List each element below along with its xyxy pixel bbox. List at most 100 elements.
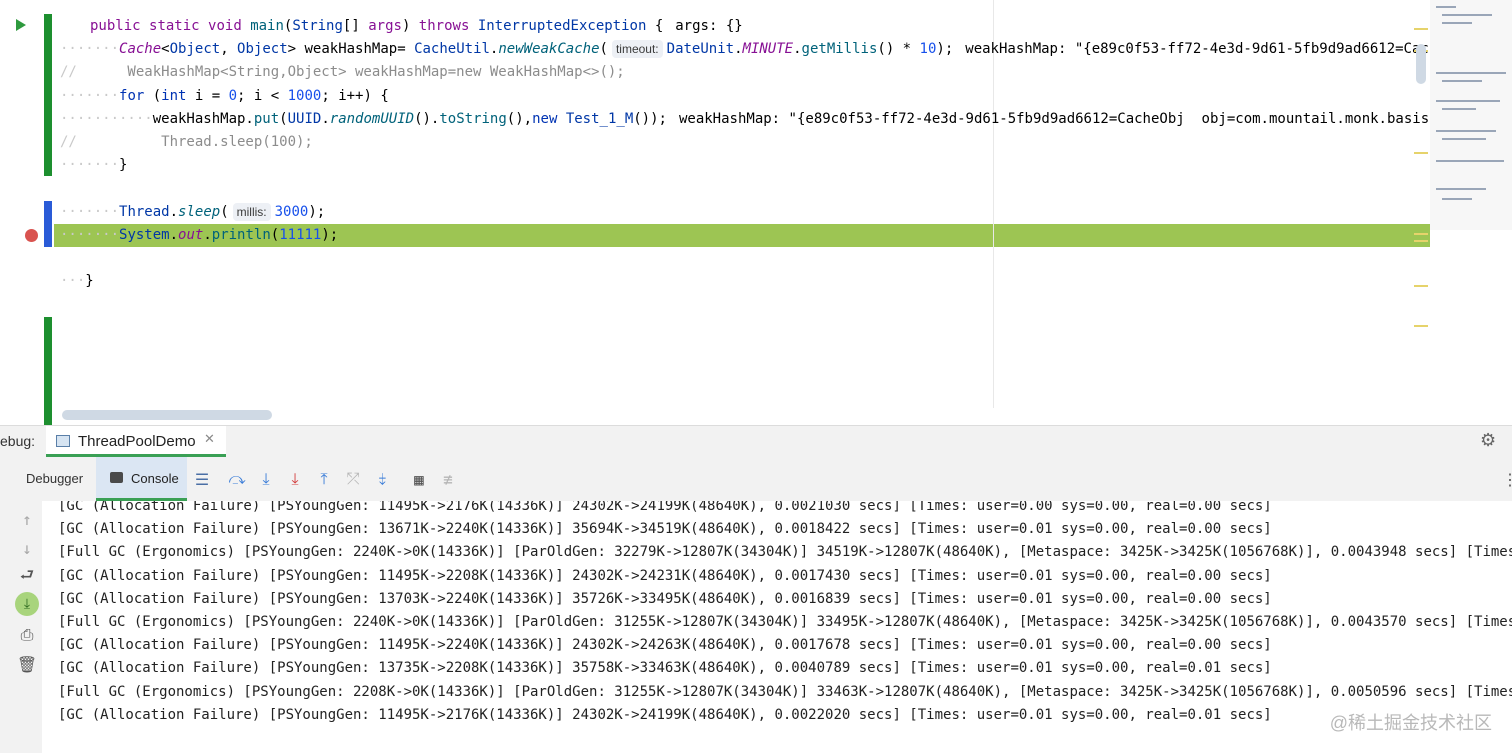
force-step-into-icon[interactable]: ⤓ (285, 469, 305, 489)
soft-wrap-icon[interactable]: ⮐ (17, 565, 37, 587)
breakpoint-icon[interactable] (25, 229, 38, 242)
code-token: sleep (178, 204, 221, 220)
console-output[interactable]: [GC (Allocation Failure) [PSYoungGen: 11… (42, 501, 1512, 753)
console-line: [GC (Allocation Failure) [PSYoungGen: 13… (58, 521, 1272, 538)
console-line: [GC (Allocation Failure) [PSYoungGen: 13… (58, 590, 1272, 607)
tab-threadpooldemo[interactable]: ThreadPoolDemo ✕ (46, 426, 226, 457)
code-token: > weakHashMap= (287, 41, 415, 57)
code-line[interactable]: ·······System.out.println(11111); (60, 224, 338, 247)
indent-guide: ······· (60, 157, 120, 173)
vertical-scrollbar[interactable] (1416, 44, 1426, 84)
code-token: ( (279, 111, 288, 127)
indent-guide: // (60, 64, 77, 80)
code-line[interactable]: ···········weakHashMap.put(UUID.randomUU… (60, 108, 1512, 131)
code-token: ); (321, 227, 339, 243)
code-token: throws (418, 18, 478, 34)
change-marker (1414, 152, 1428, 154)
horizontal-scrollbar[interactable] (62, 410, 272, 420)
settings-icon[interactable]: ⚙ (1480, 430, 1496, 451)
debug-toolbar: Debugger Console ☰ ⤼ ⤓ ⤓ ⤒ ⤱ ⤈ ▦ ≢ ⋮ (0, 457, 1512, 502)
code-token: newWeakCache (498, 41, 600, 57)
code-token: WeakHashMap<String,Object> weakHashMap=n… (76, 64, 625, 80)
tab-console-label: Console (131, 471, 179, 486)
code-token: ( (599, 41, 608, 57)
evaluate-icon[interactable]: ▦ (409, 469, 429, 489)
change-marker (1414, 325, 1428, 327)
console-line: [GC (Allocation Failure) [PSYoungGen: 11… (58, 567, 1272, 584)
indent-guide: // (60, 134, 77, 150)
code-line[interactable]: // WeakHashMap<String,Object> weakHashMa… (60, 61, 625, 84)
code-token: . (734, 41, 743, 57)
code-line[interactable]: ·······Thread.sleep(millis: 3000); (60, 201, 325, 224)
step-out-icon[interactable]: ⤒ (314, 469, 334, 489)
code-token: , (220, 41, 238, 57)
code-minimap[interactable] (1430, 0, 1512, 230)
code-token: i = (194, 88, 229, 104)
code-line[interactable]: ···} (60, 270, 94, 293)
code-token: UUID (287, 111, 322, 127)
trash-icon[interactable]: 🗑 (17, 654, 37, 674)
code-token: ( (152, 88, 162, 104)
code-token: for (119, 88, 153, 104)
code-token: . (321, 111, 330, 127)
code-token: randomUUID (329, 111, 415, 127)
code-token: weakHashMap. (152, 111, 254, 127)
tab-debugger-label: Debugger (26, 471, 84, 486)
print-icon[interactable]: ⎙ (17, 625, 37, 645)
indent-guide: ··· (60, 273, 86, 289)
debug-tool-window-header: ebug: ThreadPoolDemo ✕ ⚙ (0, 425, 1512, 458)
code-token: [] (342, 18, 369, 34)
code-line[interactable]: // Thread.sleep(100); (60, 131, 313, 154)
console-line: [GC (Allocation Failure) [PSYoungGen: 11… (58, 706, 1272, 723)
code-line[interactable]: ·······Cache<Object, Object> weakHashMap… (60, 38, 1512, 61)
run-to-cursor-icon[interactable]: ⤈ (372, 469, 392, 489)
code-token: ()); (633, 111, 667, 127)
scroll-to-end-icon[interactable]: ⤓ (15, 592, 39, 616)
code-token: 10 (919, 41, 937, 57)
change-marker (1414, 28, 1428, 30)
menu-icon[interactable]: ☰ (192, 469, 212, 489)
code-token: < (161, 41, 170, 57)
code-token: ( (270, 227, 280, 243)
code-line[interactable]: ·······for (int i = 0; i < 1000; i++) { (60, 85, 389, 108)
step-over-icon[interactable]: ⤼ (227, 469, 247, 489)
code-token: System (119, 227, 170, 243)
console-line: [GC (Allocation Failure) [PSYoungGen: 11… (58, 637, 1272, 654)
code-token: ); (936, 41, 954, 57)
step-into-icon[interactable]: ⤓ (256, 469, 276, 489)
console-line: [Full GC (Ergonomics) [PSYoungGen: 2240K… (58, 614, 1512, 630)
code-token: int (161, 88, 195, 104)
console-icon (110, 472, 123, 483)
down-arrow-icon[interactable]: ↓ (17, 538, 37, 558)
code-token: ); (308, 204, 326, 220)
up-arrow-icon[interactable]: ↑ (17, 509, 37, 529)
indent-guide: ······· (60, 41, 120, 57)
run-gutter-icon[interactable] (16, 19, 26, 31)
code-token: args (368, 18, 402, 34)
code-token: MINUTE (742, 41, 794, 57)
tab-debugger[interactable]: Debugger (14, 457, 94, 501)
code-editor[interactable]: public static void main (String[] args) t… (0, 0, 1512, 425)
change-marker (1414, 233, 1428, 235)
code-token: ; i < (237, 88, 288, 104)
code-line[interactable]: public static void main(String[] args) t… (60, 15, 743, 38)
code-token: Object (237, 41, 288, 57)
right-margin-guide (993, 0, 994, 408)
more-icon[interactable]: ⋮ (1500, 469, 1512, 489)
code-token: Cache (119, 41, 162, 57)
code-token: 1000 (287, 88, 322, 104)
vcs-change-marker (44, 201, 52, 247)
code-token: { (646, 18, 664, 34)
tab-title: ThreadPoolDemo (78, 433, 196, 450)
parameter-hint: millis: (232, 203, 271, 221)
code-token: put (253, 111, 280, 127)
code-token: getMillis (801, 41, 878, 57)
close-icon[interactable]: ✕ (204, 432, 215, 447)
code-line[interactable]: ·······} (60, 154, 127, 177)
drop-frame-icon[interactable]: ⤱ (343, 469, 363, 489)
trace-icon[interactable]: ≢ (438, 469, 458, 489)
code-token: . (793, 41, 802, 57)
console-line: [GC (Allocation Failure) [PSYoungGen: 13… (58, 660, 1272, 677)
code-token: ( (220, 204, 229, 220)
tab-console[interactable]: Console (96, 457, 187, 501)
